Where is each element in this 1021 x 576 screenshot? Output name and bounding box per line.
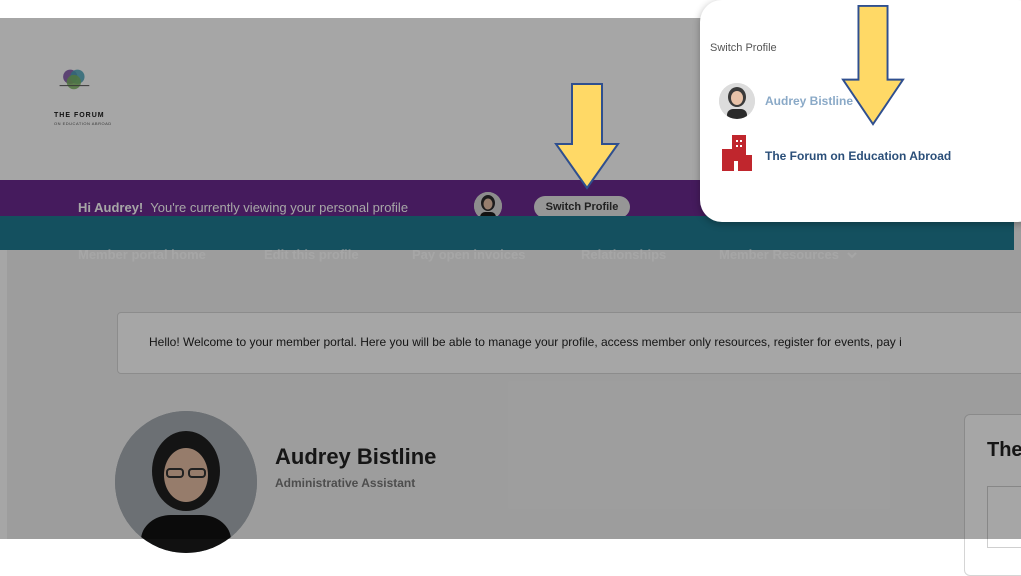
- switch-option-organization[interactable]: The Forum on Education Abroad: [765, 149, 951, 163]
- annotation-arrow-icon: [841, 4, 905, 126]
- organization-icon: [722, 135, 752, 171]
- user-avatar-icon: [719, 83, 755, 119]
- option-avatar: [719, 83, 755, 119]
- annotation-arrow-icon: [554, 83, 620, 190]
- popup-title: Switch Profile: [710, 42, 777, 54]
